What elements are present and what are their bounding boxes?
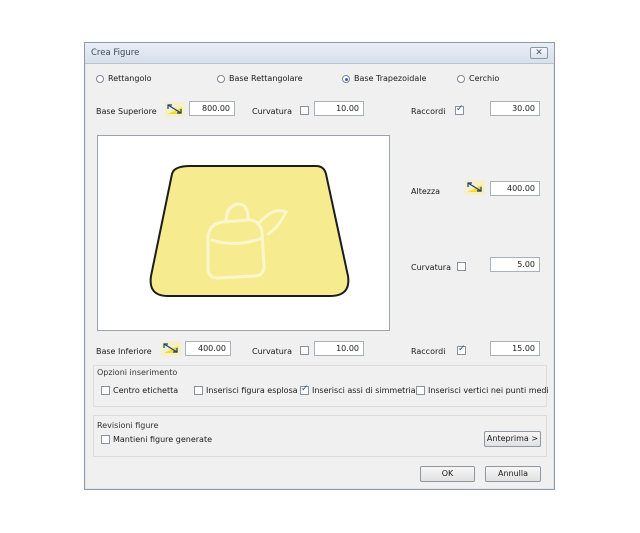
annulla-button[interactable]: Annulla — [485, 466, 541, 482]
figura-esplosa-checkbox[interactable] — [194, 386, 203, 395]
curvatura-right-field[interactable]: 5.00 — [490, 257, 540, 272]
mantieni-figure-checkbox[interactable] — [101, 435, 110, 444]
centro-etichetta-label: Centro etichetta — [113, 386, 179, 395]
vertici-punti-medi-label: Inserisci vertici nei punti medi — [428, 386, 549, 395]
assi-simmetria-label: Inserisci assi di simmetria — [312, 386, 416, 395]
curvatura-bottom-checkbox[interactable] — [300, 346, 309, 355]
close-icon: ✕ — [535, 48, 543, 58]
vertici-punti-medi-checkbox[interactable] — [416, 386, 425, 395]
raccordi-top-checkbox[interactable] — [455, 104, 464, 115]
figura-esplosa-label: Inserisci figura esplosa — [206, 386, 298, 395]
opzioni-inserimento-title: Opzioni inserimento — [97, 368, 178, 377]
measure-arrow-icon[interactable] — [465, 180, 485, 195]
curvatura-right-checkbox[interactable] — [457, 262, 466, 271]
measure-arrow-icon[interactable] — [161, 341, 181, 356]
curvatura-bottom-label: Curvatura — [252, 347, 292, 356]
radio-base-trapezoidale[interactable] — [342, 75, 350, 83]
close-button[interactable]: ✕ — [530, 47, 548, 59]
radio-base-rettangolare-label: Base Rettangolare — [229, 74, 303, 83]
anteprima-button[interactable]: Anteprima > — [484, 431, 541, 447]
title-bar: Crea Figure ✕ — [85, 43, 554, 64]
radio-cerchio[interactable] — [457, 75, 465, 83]
mantieni-figure-label: Mantieni figure generate — [113, 435, 212, 444]
base-superiore-field[interactable]: 800.00 — [189, 101, 235, 116]
base-superiore-label: Base Superiore — [96, 107, 157, 116]
raccordi-top-label: Raccordi — [411, 107, 446, 116]
shape-preview-canvas — [97, 135, 390, 331]
curvatura-right-label: Curvatura — [411, 263, 451, 272]
curvatura-top-field[interactable]: 10.00 — [314, 101, 364, 116]
ok-button[interactable]: OK — [420, 466, 475, 482]
assi-simmetria-checkbox[interactable] — [300, 384, 309, 395]
radio-base-trapezoidale-label: Base Trapezoidale — [354, 74, 427, 83]
curvatura-bottom-field[interactable]: 10.00 — [314, 341, 364, 356]
raccordi-bottom-checkbox[interactable] — [457, 344, 466, 355]
radio-base-rettangolare[interactable] — [217, 75, 225, 83]
curvatura-top-label: Curvatura — [252, 107, 292, 116]
altezza-label: Altezza — [411, 187, 441, 196]
crea-figure-dialog: Crea Figure ✕ Rettangolo Base Rettangola… — [84, 42, 555, 490]
measure-arrow-icon[interactable] — [165, 102, 185, 117]
radio-rettangolo-label: Rettangolo — [108, 74, 152, 83]
base-inferiore-label: Base Inferiore — [96, 347, 152, 356]
raccordi-top-field[interactable]: 30.00 — [490, 101, 540, 116]
raccordi-bottom-label: Raccordi — [411, 347, 446, 356]
radio-rettangolo[interactable] — [96, 75, 104, 83]
base-inferiore-field[interactable]: 400.00 — [185, 341, 231, 356]
radio-cerchio-label: Cerchio — [469, 74, 500, 83]
trapezoid-shape — [149, 165, 350, 297]
window-title: Crea Figure — [91, 48, 140, 58]
revisioni-figure-title: Revisioni figure — [97, 421, 159, 430]
raccordi-bottom-field[interactable]: 15.00 — [490, 341, 540, 356]
altezza-field[interactable]: 400.00 — [490, 181, 540, 196]
curvatura-top-checkbox[interactable] — [300, 106, 309, 115]
centro-etichetta-checkbox[interactable] — [101, 386, 110, 395]
